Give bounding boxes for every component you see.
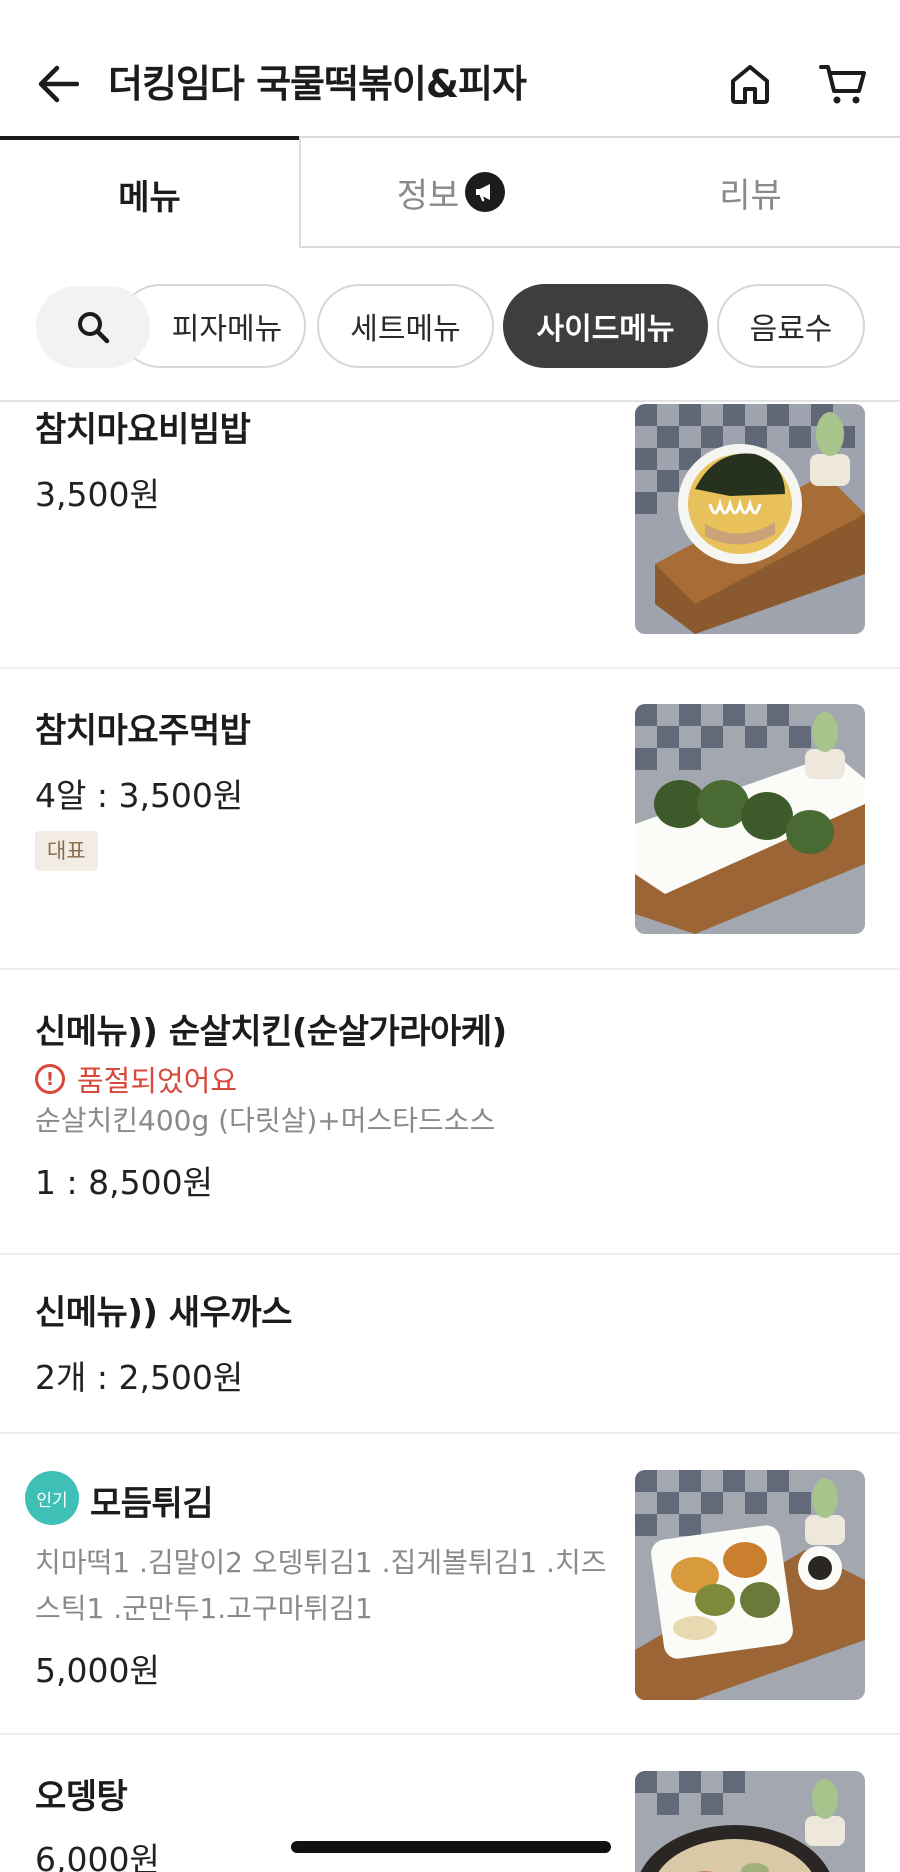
menu-item[interactable]: 신메뉴)) 순살치킨(순살가라아케) ! 품절되었어요 순살치킨400g (다릿… <box>0 970 900 1255</box>
menu-item[interactable]: 참치마요주먹밥 4알 : 3,500원 대표 <box>0 669 900 970</box>
tuna-mayo-bibimbap-photo <box>635 404 865 634</box>
menu-item-price: 1 : 8,500원 <box>35 1163 213 1202</box>
representative-badge: 대표 <box>35 831 98 871</box>
chip-side-label: 사이드메뉴 <box>536 312 675 347</box>
menu-item-description: 스틱1 .군만두1.고구마튀김1 <box>35 1592 373 1625</box>
app-header: 더킹임다 국물떡볶이&피자 <box>0 0 900 136</box>
tab-menu[interactable]: 메뉴 <box>0 136 299 248</box>
chip-set-menu[interactable]: 세트메뉴 <box>317 284 494 368</box>
menu-item-name: 참치마요비빔밥 <box>35 410 251 450</box>
menu-item[interactable]: 신메뉴)) 새우까스 2개 : 2,500원 <box>0 1255 900 1434</box>
back-button[interactable] <box>28 58 88 110</box>
chip-drink-menu[interactable]: 음료수 <box>717 284 865 368</box>
home-button[interactable] <box>722 56 778 112</box>
menu-item-description: 치마떡1 .김말이2 오뎅튀김1 .집게볼튀김1 .치즈 <box>35 1546 607 1579</box>
menu-search-button[interactable] <box>36 286 150 368</box>
tab-review[interactable]: 리뷰 <box>601 136 900 248</box>
home-icon <box>731 65 769 104</box>
megaphone-icon <box>465 172 506 212</box>
menu-item[interactable]: 참치마요비빔밥 3,500원 <box>0 402 900 669</box>
arrow-left-icon <box>38 65 79 103</box>
category-chips-bar: 피자메뉴 세트메뉴 사이드메뉴 음료수 <box>0 248 900 402</box>
fishcake-soup-photo <box>635 1771 865 1872</box>
soldout-text: 품절되었어요 <box>77 1064 238 1098</box>
menu-item-price: 2개 : 2,500원 <box>35 1358 244 1397</box>
menu-item-description: 순살치킨400g (다릿살)+머스타드소스 <box>35 1104 496 1137</box>
menu-item-name: 참치마요주먹밥 <box>35 711 251 751</box>
menu-item-name: 신메뉴)) 순살치킨(순살가라아케) <box>35 1012 507 1052</box>
menu-list: 참치마요비빔밥 3,500원 참치마요주먹밥 4알: 3,500원 대표 신메… <box>0 402 900 1872</box>
tab-info-label: 정보 <box>396 175 460 216</box>
chip-drink-label: 음료수 <box>749 312 833 347</box>
chip-side-menu[interactable]: 사이드메뉴 <box>503 284 708 368</box>
page-title: 더킹임다 국물떡볶이&피자 <box>108 62 527 106</box>
soldout-status: ! 품절되었어요 <box>35 1058 237 1100</box>
alert-circle-icon: ! <box>35 1064 65 1094</box>
menu-item-name: 신메뉴)) 새우까스 <box>35 1293 292 1333</box>
menu-item-price: 4알 : 3,500원 <box>35 776 244 815</box>
store-tabs: 메뉴 정보 리뷰 <box>0 136 900 248</box>
menu-item[interactable]: 인기 모듬튀김 치마떡1 .김말이2 오뎅튀김1 .집게볼튀김1 .치즈 스틱1… <box>0 1434 900 1735</box>
chip-set-label: 세트메뉴 <box>350 312 461 347</box>
cart-icon <box>819 65 866 104</box>
home-indicator[interactable] <box>291 1841 611 1853</box>
menu-item-price: 5,000원 <box>35 1651 160 1690</box>
search-icon <box>78 312 110 344</box>
menu-item-price: 6,000원 <box>35 1840 160 1872</box>
menu-item-name: 모듬튀김 <box>90 1484 214 1524</box>
tab-menu-label: 메뉴 <box>118 177 181 218</box>
tuna-mayo-riceball-photo <box>635 704 865 934</box>
chip-pizza-label: 피자메뉴 <box>171 312 283 347</box>
tab-info[interactable]: 정보 <box>299 136 601 248</box>
assorted-fried-photo <box>635 1470 865 1700</box>
menu-item-price: 3,500원 <box>35 475 160 514</box>
popular-badge: 인기 <box>25 1471 79 1525</box>
cart-button[interactable] <box>813 56 873 112</box>
tab-review-label: 리뷰 <box>719 175 782 216</box>
menu-item-name: 오뎅탕 <box>35 1777 128 1817</box>
